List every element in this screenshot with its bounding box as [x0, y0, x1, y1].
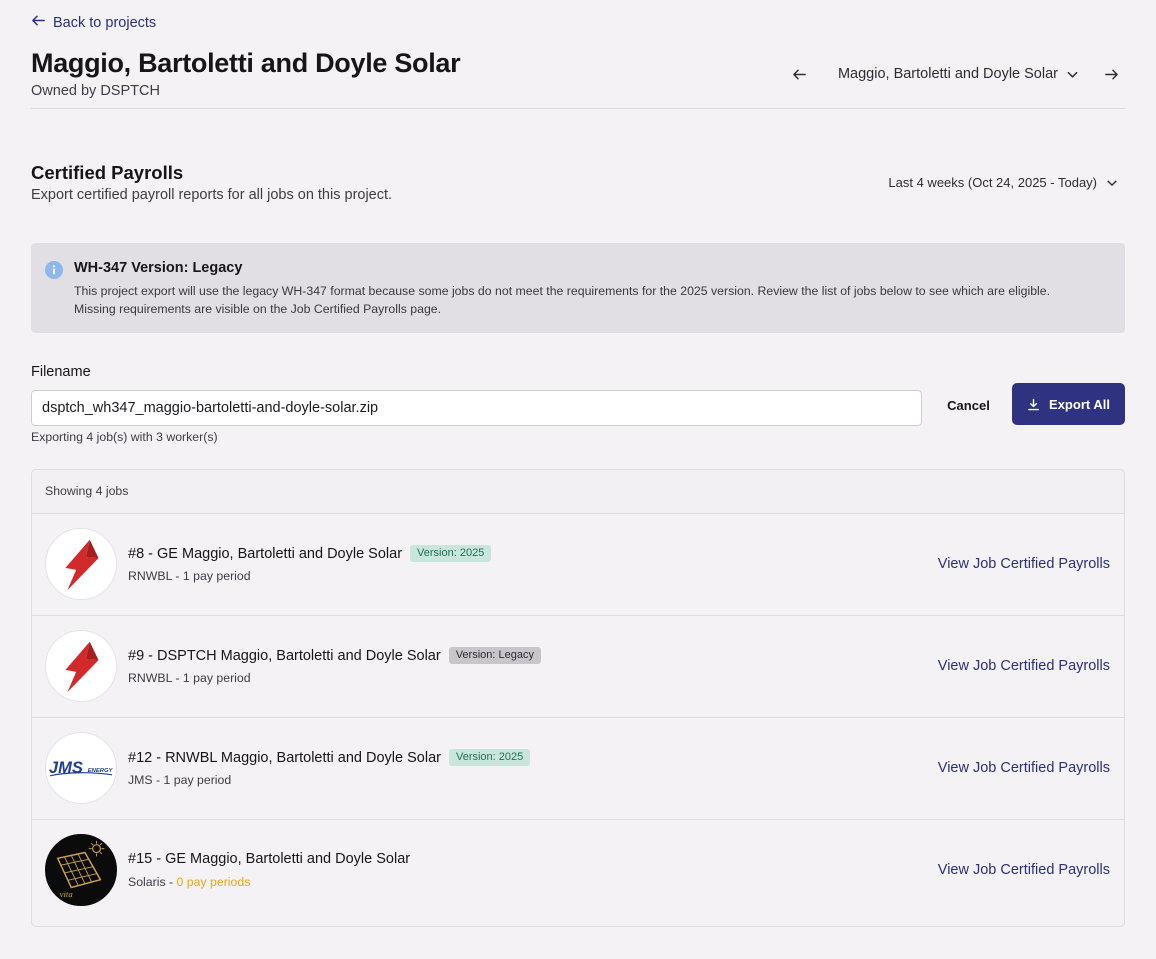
- job-title: #8 - GE Maggio, Bartoletti and Doyle Sol…: [128, 545, 403, 562]
- info-icon: [45, 261, 63, 279]
- cancel-button[interactable]: Cancel: [937, 390, 1000, 420]
- version-badge: Version: 2025: [410, 545, 492, 562]
- job-row: #9 - DSPTCH Maggio, Bartoletti and Doyle…: [32, 616, 1124, 718]
- view-job-certified-payrolls-link[interactable]: View Job Certified Payrolls: [938, 760, 1110, 776]
- job-title: #9 - DSPTCH Maggio, Bartoletti and Doyle…: [128, 647, 441, 664]
- job-pay-periods: 1 pay period: [182, 671, 251, 685]
- view-job-certified-payrolls-link[interactable]: View Job Certified Payrolls: [938, 556, 1110, 572]
- solar-panel-logo: vita: [46, 835, 116, 905]
- job-logo: [45, 528, 117, 600]
- export-all-label: Export All: [1049, 396, 1110, 412]
- back-to-projects-link[interactable]: Back to projects: [31, 13, 156, 32]
- job-company: RNWBL -: [128, 569, 183, 583]
- job-row: vita #15 - GE Maggio, Bartoletti and Doy…: [32, 820, 1124, 921]
- arrow-right-icon: [1104, 69, 1118, 79]
- job-meta: Solaris - 0 pay periods: [128, 875, 250, 889]
- filename-input[interactable]: [31, 390, 922, 426]
- banner-text: This project export will use the legacy …: [74, 284, 1051, 316]
- view-job-certified-payrolls-link[interactable]: View Job Certified Payrolls: [938, 658, 1110, 674]
- project-select-label: Maggio, Bartoletti and Doyle Solar: [837, 66, 1058, 82]
- export-summary: Exporting 4 job(s) with 3 worker(s): [31, 430, 218, 444]
- jms-energy-logo: JMS ENERGY: [46, 733, 116, 803]
- date-range-label: Last 4 weeks (Oct 24, 2025 - Today): [888, 175, 1097, 190]
- jobs-list-header: Showing 4 jobs: [32, 470, 1124, 514]
- job-pay-periods: 1 pay period: [163, 773, 232, 787]
- job-company: JMS -: [128, 773, 164, 787]
- job-logo: [45, 630, 117, 702]
- header-divider: [31, 108, 1125, 109]
- next-project-button[interactable]: [1097, 63, 1125, 85]
- svg-text:vita: vita: [60, 889, 74, 899]
- job-company: Solaris -: [128, 875, 177, 889]
- version-badge: Version: Legacy: [448, 647, 541, 664]
- jobs-list: Showing 4 jobs #8 - GE Maggio, Bartolett…: [31, 469, 1125, 927]
- project-switcher: Maggio, Bartoletti and Doyle Solar: [786, 63, 1125, 85]
- project-owner: Owned by DSPTCH: [31, 83, 160, 99]
- page-title: Maggio, Bartoletti and Doyle Solar: [31, 48, 461, 78]
- job-pay-periods: 0 pay periods: [176, 875, 251, 889]
- version-info-banner: WH-347 Version: Legacy This project expo…: [31, 243, 1125, 333]
- project-select[interactable]: Maggio, Bartoletti and Doyle Solar: [838, 66, 1079, 82]
- bolt-icon: [46, 631, 116, 701]
- export-all-button[interactable]: Export All: [1012, 383, 1125, 425]
- job-logo: vita: [45, 834, 117, 906]
- arrow-left-icon: [31, 13, 46, 32]
- job-title: #15 - GE Maggio, Bartoletti and Doyle So…: [128, 851, 411, 867]
- job-row: #8 - GE Maggio, Bartoletti and Doyle Sol…: [32, 514, 1124, 616]
- chevron-down-icon: [1067, 71, 1078, 78]
- filename-label: Filename: [31, 364, 91, 380]
- job-meta: RNWBL - 1 pay period: [128, 569, 251, 583]
- section-title: Certified Payrolls: [31, 162, 184, 183]
- banner-title: WH-347 Version: Legacy: [74, 260, 243, 276]
- svg-text:JMS: JMS: [49, 758, 83, 777]
- arrow-left-icon: [793, 69, 807, 79]
- job-meta: JMS - 1 pay period: [128, 773, 231, 787]
- chevron-down-icon: [1107, 180, 1117, 186]
- version-badge: Version: 2025: [448, 749, 531, 766]
- bolt-icon: [46, 529, 116, 599]
- job-company: RNWBL -: [128, 671, 183, 685]
- section-subtitle: Export certified payroll reports for all…: [31, 187, 393, 203]
- job-logo: JMS ENERGY: [45, 732, 117, 804]
- job-pay-periods: 1 pay period: [182, 569, 251, 583]
- date-range-select[interactable]: Last 4 weeks (Oct 24, 2025 - Today): [888, 175, 1118, 190]
- back-link-label: Back to projects: [53, 14, 157, 31]
- job-row: JMS ENERGY #12 - RNWBL Maggio, Bartolett…: [32, 718, 1124, 820]
- download-icon: [1028, 398, 1040, 410]
- previous-project-button[interactable]: [786, 63, 814, 85]
- view-job-certified-payrolls-link[interactable]: View Job Certified Payrolls: [938, 862, 1110, 878]
- job-meta: RNWBL - 1 pay period: [128, 671, 251, 685]
- job-title: #12 - RNWBL Maggio, Bartoletti and Doyle…: [128, 749, 441, 766]
